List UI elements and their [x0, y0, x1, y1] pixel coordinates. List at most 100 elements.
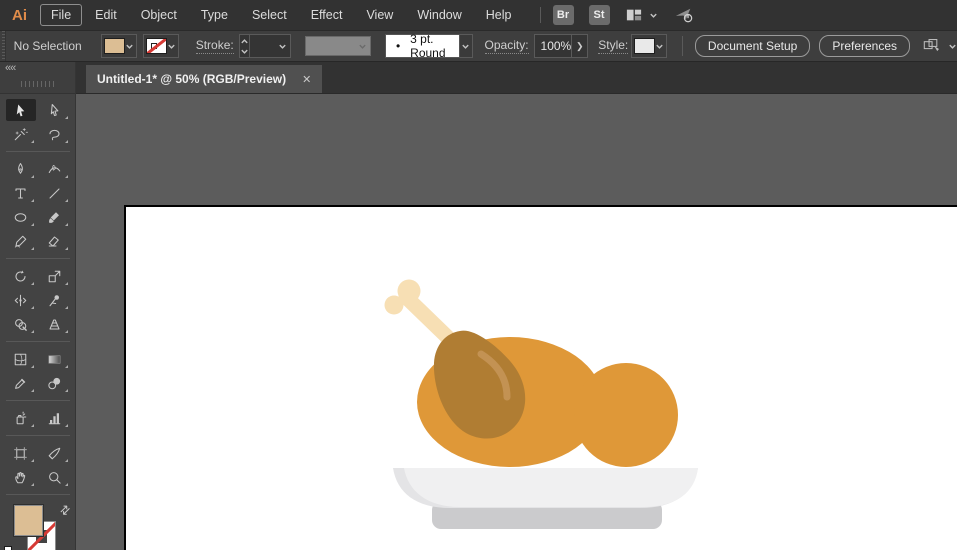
menu-item-help[interactable]: Help	[475, 4, 523, 26]
hand-tool[interactable]	[6, 466, 36, 488]
artboard-tool[interactable]	[6, 442, 36, 464]
column-graph-tool[interactable]	[40, 407, 70, 429]
menu-bar: Ai FileEditObjectTypeSelectEffectViewWin…	[0, 0, 957, 30]
fill-color-control[interactable]	[101, 34, 137, 58]
control-bar-grip[interactable]	[0, 31, 6, 61]
fill-stroke-widget: ⇄	[0, 504, 75, 550]
width-tool[interactable]	[6, 289, 36, 311]
magic-wand-tool[interactable]	[6, 123, 36, 145]
tools-panel: «« ⇄	[0, 62, 76, 550]
tools-panel-header: ««	[0, 62, 75, 94]
lasso-tool[interactable]	[40, 123, 70, 145]
stock-button[interactable]: St	[589, 5, 610, 25]
canvas-pasteboard[interactable]	[76, 94, 957, 550]
brush-definition-control[interactable]: • 3 pt. Round	[385, 34, 473, 58]
menu-item-type[interactable]: Type	[190, 4, 239, 26]
opacity-value[interactable]: 100%	[535, 39, 572, 53]
slice-tool[interactable]	[40, 442, 70, 464]
direct-selection-tool[interactable]	[40, 99, 70, 121]
toolbar-divider	[6, 400, 70, 401]
menu-item-object[interactable]: Object	[130, 4, 188, 26]
close-icon[interactable]: ✕	[302, 73, 311, 86]
ellipse-tool[interactable]	[6, 206, 36, 228]
document-setup-button[interactable]: Document Setup	[695, 35, 810, 57]
toolbar-divider	[6, 341, 70, 342]
default-fill-stroke-icon[interactable]	[4, 546, 18, 550]
menu-item-edit[interactable]: Edit	[84, 4, 128, 26]
selection-tool[interactable]	[6, 99, 36, 121]
menu-item-select[interactable]: Select	[241, 4, 298, 26]
control-bar-divider	[682, 36, 683, 56]
toolbar-divider	[6, 435, 70, 436]
perspective-grid-tool[interactable]	[40, 313, 70, 335]
brush-definition-field[interactable]: • 3 pt. Round	[385, 34, 460, 58]
stroke-color-control[interactable]	[143, 34, 179, 58]
document-tab[interactable]: Untitled-1* @ 50% (RGB/Preview) ✕	[86, 65, 322, 93]
chevron-up-icon[interactable]	[240, 37, 249, 46]
shaper-tool[interactable]	[6, 230, 36, 252]
menu-item-effect[interactable]: Effect	[300, 4, 354, 26]
chevron-down-icon[interactable]	[240, 47, 249, 56]
menu-item-file[interactable]: File	[40, 4, 82, 26]
fill-indicator[interactable]	[14, 505, 43, 536]
fill-color-swatch[interactable]	[104, 38, 125, 54]
gradient-tool[interactable]	[40, 348, 70, 370]
workspace-switcher-icon[interactable]	[625, 7, 643, 23]
menu-item-view[interactable]: View	[355, 4, 404, 26]
chevron-down-icon	[461, 42, 470, 51]
chevron-down-icon[interactable]	[125, 42, 134, 51]
panel-grip-handle[interactable]	[21, 81, 55, 87]
bridge-button[interactable]: Br	[553, 5, 574, 25]
blend-tool[interactable]	[40, 372, 70, 394]
main-area: «« ⇄	[0, 62, 957, 550]
curvature-tool[interactable]	[40, 158, 70, 180]
plate[interactable]	[404, 468, 698, 507]
chevron-right-icon[interactable]: ❯	[571, 35, 587, 57]
paintbrush-tool[interactable]	[40, 206, 70, 228]
rotate-tool[interactable]	[6, 265, 36, 287]
selection-status: No Selection	[14, 39, 82, 53]
eraser-tool[interactable]	[40, 230, 70, 252]
pen-tool[interactable]	[6, 158, 36, 180]
stroke-none-swatch[interactable]	[146, 38, 167, 54]
opacity-field[interactable]: 100% ❯	[534, 34, 589, 58]
zoom-tool[interactable]	[40, 466, 70, 488]
shape-builder-tool[interactable]	[6, 313, 36, 335]
collapse-panel-icon[interactable]: ««	[5, 62, 15, 74]
tools-container: ⇄	[0, 94, 75, 550]
eyedropper-tool[interactable]	[6, 372, 36, 394]
illustrator-logo: Ai	[0, 7, 39, 24]
chevron-down-icon[interactable]	[167, 42, 176, 51]
mesh-tool[interactable]	[6, 348, 36, 370]
brush-dropdown-button[interactable]	[460, 34, 472, 58]
tab-bar: Untitled-1* @ 50% (RGB/Preview) ✕	[76, 62, 957, 94]
opacity-label[interactable]: Opacity:	[485, 38, 529, 54]
line-segment-tool[interactable]	[40, 182, 70, 204]
scale-tool[interactable]	[40, 265, 70, 287]
turkey-body-right[interactable]	[574, 363, 678, 467]
symbol-sprayer-tool[interactable]	[6, 407, 36, 429]
stroke-weight-dropdown[interactable]	[250, 34, 291, 58]
chevron-down-icon[interactable]	[655, 42, 664, 51]
bone-knob-small[interactable]	[385, 296, 404, 315]
style-swatch[interactable]	[634, 38, 655, 54]
swap-fill-stroke-icon[interactable]: ⇄	[57, 501, 74, 518]
menu-item-window[interactable]: Window	[406, 4, 472, 26]
style-control[interactable]	[631, 34, 667, 58]
control-bar: No Selection Stroke: • 3 pt. Round Opaci…	[0, 30, 957, 62]
menubar-divider	[540, 7, 541, 23]
brush-dot: •	[396, 39, 400, 53]
style-label[interactable]: Style:	[598, 38, 628, 54]
stroke-weight-stepper[interactable]	[239, 34, 250, 58]
preferences-button[interactable]: Preferences	[819, 35, 910, 57]
chevron-down-icon[interactable]	[278, 42, 287, 51]
chevron-down-icon[interactable]	[948, 42, 957, 51]
chevron-down-icon[interactable]	[649, 11, 658, 20]
puppet-warp-tool[interactable]	[40, 289, 70, 311]
document-tab-title: Untitled-1* @ 50% (RGB/Preview)	[97, 72, 286, 86]
type-tool[interactable]	[6, 182, 36, 204]
touch-workspace-icon[interactable]	[923, 38, 942, 54]
turkey-artwork[interactable]	[380, 275, 710, 535]
share-screen-icon[interactable]	[674, 6, 694, 24]
stroke-weight-label[interactable]: Stroke:	[196, 38, 234, 54]
